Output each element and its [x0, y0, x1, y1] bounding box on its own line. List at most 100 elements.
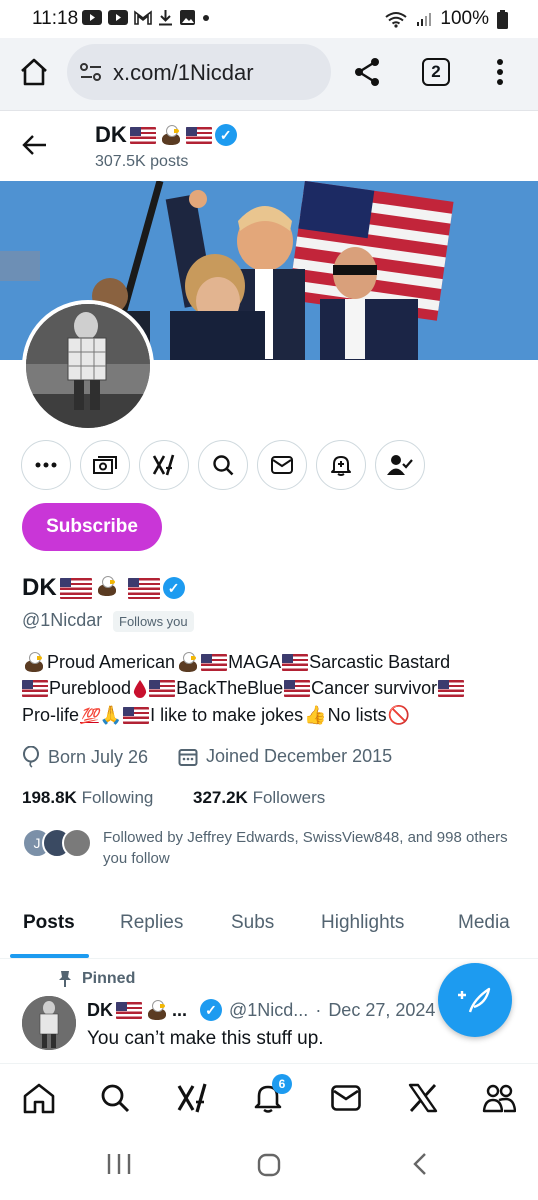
pray-emoji: 🙏	[99, 705, 123, 725]
us-flag-emoji	[22, 680, 48, 697]
verified-badge-icon: ✓	[200, 999, 223, 1021]
back-button[interactable]	[22, 132, 48, 163]
post-avatar-image	[22, 996, 76, 1050]
us-flag-emoji	[59, 577, 92, 599]
bio-line-3: Pro-life 💯 🙏 I like to make jokes 👍 No l…	[22, 705, 410, 726]
status-right: 100%	[384, 8, 508, 30]
profile-name: DK ✓	[22, 574, 185, 602]
share-button[interactable]	[351, 56, 383, 93]
tab-switcher-button[interactable]: 2	[422, 58, 450, 86]
site-settings-icon[interactable]	[80, 62, 102, 87]
compose-post-button[interactable]	[438, 963, 512, 1037]
search-profile-button[interactable]	[198, 440, 248, 490]
avatar-image	[26, 304, 150, 428]
post-handle[interactable]: @1Nicd...	[229, 1000, 308, 1021]
wifi-icon	[385, 11, 408, 28]
eagle-emoji	[95, 575, 125, 601]
notification-count-badge: 6	[272, 1074, 292, 1094]
tab-replies[interactable]: Replies	[120, 912, 183, 934]
grok-button[interactable]	[139, 440, 189, 490]
money-icon	[93, 456, 117, 474]
post-avatar[interactable]	[22, 996, 76, 1050]
following-button[interactable]	[375, 440, 425, 490]
tab-posts[interactable]: Posts	[23, 912, 75, 934]
hundred-emoji: 💯	[80, 707, 99, 725]
post-author-name[interactable]: DK	[87, 1000, 113, 1021]
more-vertical-icon	[497, 59, 503, 85]
mail-icon	[331, 1085, 361, 1111]
post-separator: ·	[315, 999, 322, 1020]
back-arrow-icon	[22, 135, 46, 155]
us-flag-emoji	[284, 680, 311, 697]
browser-menu-button[interactable]	[494, 58, 506, 91]
avatar	[62, 828, 92, 858]
header-post-count: 307.5K posts	[95, 153, 189, 170]
nav-messages[interactable]	[326, 1078, 366, 1118]
thumbs-up-emoji: 👍	[304, 705, 327, 725]
eagle-emoji	[159, 124, 183, 146]
compose-feather-icon	[458, 987, 491, 1013]
user-check-icon	[387, 455, 413, 475]
nav-communities[interactable]	[479, 1078, 519, 1118]
bio-text: Proud American	[47, 651, 176, 672]
tip-button[interactable]	[80, 440, 130, 490]
nav-search[interactable]	[95, 1078, 135, 1118]
subscribe-button[interactable]: Subscribe	[22, 503, 162, 551]
eagle-emoji	[145, 999, 169, 1021]
communities-icon	[482, 1084, 516, 1113]
home-circle-icon	[257, 1153, 281, 1177]
verified-badge-icon: ✓	[162, 577, 185, 599]
eagle-emoji	[22, 651, 46, 673]
bio-text: Cancer survivor	[311, 678, 438, 698]
back-system-button[interactable]	[411, 1152, 429, 1181]
joined-date: Joined December 2015	[178, 746, 392, 767]
notifications-toggle-button[interactable]	[316, 440, 366, 490]
follows-you-badge: Follows you	[113, 611, 194, 632]
search-icon	[213, 455, 234, 476]
followers-link[interactable]: 327.2K Followers	[193, 788, 325, 808]
us-flag-emoji	[127, 577, 160, 599]
tab-subs[interactable]: Subs	[231, 912, 274, 934]
download-icon	[159, 10, 172, 26]
us-flag-emoji	[149, 680, 176, 697]
more-button[interactable]	[21, 440, 71, 490]
pin-icon	[59, 971, 71, 987]
following-link[interactable]: 198.8K Following	[22, 788, 153, 808]
url-text[interactable]: x.com/1Nicdar	[113, 60, 254, 86]
nav-home[interactable]	[19, 1078, 59, 1118]
bio-text: I like to make jokes	[150, 705, 304, 725]
verified-badge-icon: ✓	[214, 124, 237, 146]
home-system-button[interactable]	[257, 1153, 281, 1182]
nav-grok[interactable]	[172, 1078, 212, 1118]
bio-text: Pureblood	[49, 678, 132, 698]
post-date[interactable]: Dec 27, 2024	[328, 1000, 435, 1021]
bio-text: BackTheBlue	[176, 678, 284, 698]
x-logo-icon	[408, 1083, 438, 1113]
us-flag-emoji	[123, 707, 150, 724]
followed-by-avatars[interactable]: J	[22, 828, 92, 858]
message-button[interactable]	[257, 440, 307, 490]
bio-line-2: Pureblood BackTheBlue Cancer survivor	[22, 678, 465, 699]
recent-apps-button[interactable]	[106, 1152, 132, 1181]
battery-percent: 100%	[440, 8, 489, 29]
image-icon	[180, 10, 195, 25]
prohibited-emoji: 🚫	[387, 705, 411, 725]
tab-highlights[interactable]: Highlights	[321, 912, 404, 934]
nav-premium[interactable]	[403, 1078, 443, 1118]
more-horizontal-icon	[35, 462, 57, 468]
profile-avatar[interactable]	[22, 300, 154, 432]
us-flag-emoji	[129, 126, 156, 144]
signal-icon	[417, 13, 432, 26]
bell-plus-icon	[331, 456, 351, 476]
post-text[interactable]: You can’t make this stuff up.	[87, 1028, 324, 1050]
home-button[interactable]	[18, 56, 50, 93]
profile-name-text: DK	[22, 574, 57, 601]
recent-apps-icon	[107, 1154, 131, 1174]
status-notification-icons	[82, 9, 210, 26]
bio-text: No lists	[327, 705, 387, 725]
chevron-left-icon	[413, 1153, 426, 1175]
youtube-icon	[108, 10, 128, 25]
grok-icon	[152, 454, 175, 476]
followed-by-text[interactable]: Followed by Jeffrey Edwards, SwissView84…	[103, 827, 523, 869]
tab-media[interactable]: Media	[458, 912, 510, 934]
